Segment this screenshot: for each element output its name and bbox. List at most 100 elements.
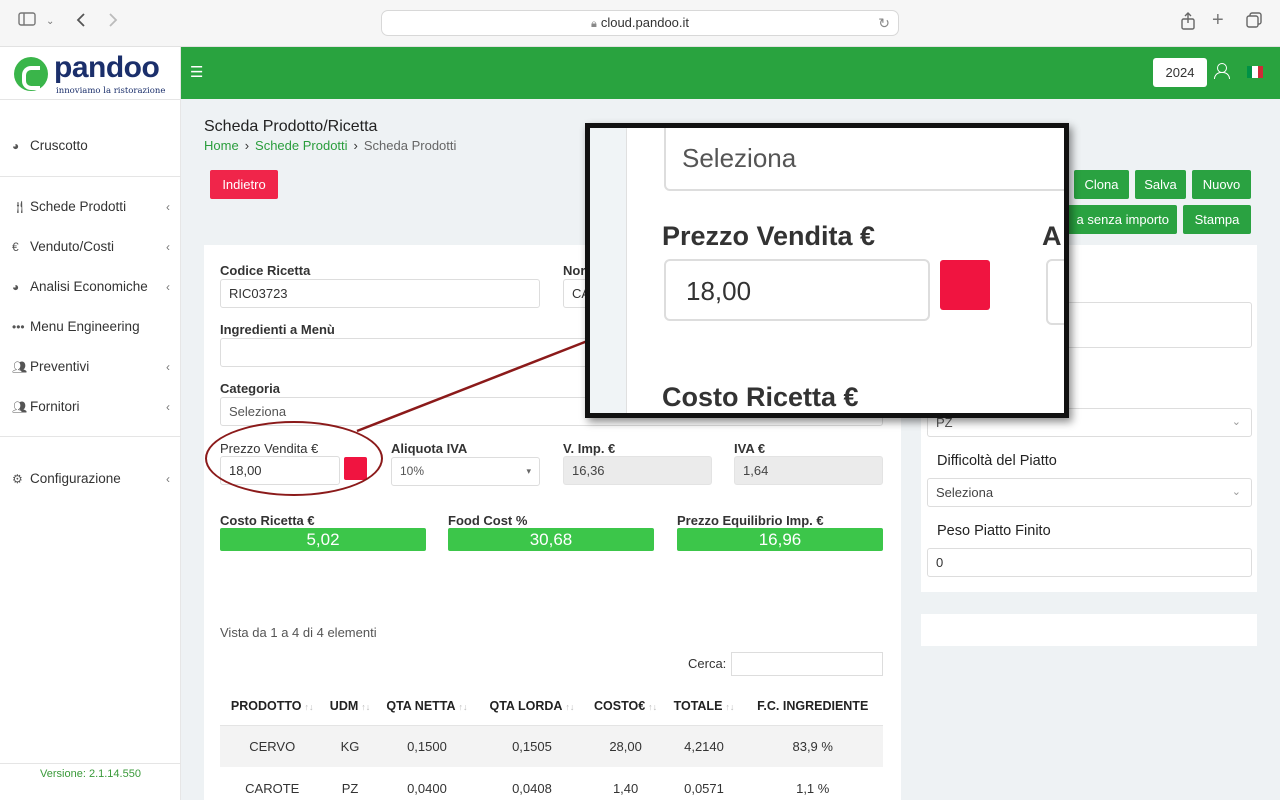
user-icon[interactable] [1213, 61, 1230, 81]
sort-icon: ↑↓ [304, 702, 314, 713]
forward-arrow-icon[interactable] [108, 12, 118, 34]
chevron-down-icon: ⌄ [1231, 416, 1241, 428]
iva-field: 1,64 [734, 456, 883, 485]
zoom-next-field [1046, 259, 1064, 325]
sidebar-item-fornitori[interactable]: 👥︎ Fornitori ‹ [12, 396, 174, 418]
users-icon: 👥︎ [12, 400, 28, 414]
hamburger-menu-icon[interactable]: ☰ [190, 63, 203, 81]
codice-ricetta-field[interactable]: RIC03723 [220, 279, 540, 308]
sort-icon: ↑↓ [725, 702, 735, 713]
zoom-color-swatch [940, 260, 990, 310]
zoom-callout: Seleziona Prezzo Vendita € 18,00 A Costo… [585, 123, 1069, 418]
back-button[interactable]: Indietro [210, 170, 278, 199]
reload-icon[interactable]: ↻ [878, 11, 890, 35]
utensils-icon: 🍴︎ [12, 200, 28, 214]
cell-totale: 0,0571 [684, 780, 724, 796]
sidebar-item-cruscotto[interactable]: ◕ Cruscotto [12, 135, 174, 157]
sidebar-item-label: Preventivi [30, 359, 90, 374]
difficolta-value: Seleziona [936, 485, 994, 500]
euro-icon: € [12, 240, 19, 254]
col-fc-ingrediente[interactable]: F.C. INGREDIENTE [742, 688, 883, 726]
tabs-overview-icon[interactable] [1246, 12, 1262, 34]
breadcrumb: Home › Schede Prodotti › Scheda Prodotti [204, 138, 456, 153]
italy-flag-icon[interactable] [1247, 66, 1263, 78]
costo-ricetta-value: 5,02 [220, 528, 426, 551]
aliquota-iva-select[interactable]: 10% ▾ [391, 457, 540, 486]
sidebar-item-preventivi[interactable]: 👥︎ Preventivi ‹ [12, 356, 174, 378]
sidebar-item-label: Fornitori [30, 399, 80, 414]
chevron-down-icon: ⌄ [1231, 486, 1241, 498]
search-input[interactable] [731, 652, 883, 676]
sidebar-item-venduto-costi[interactable]: € Venduto/Costi ‹ [12, 236, 174, 258]
ingredienti-menu-label: Ingredienti a Menù [220, 322, 335, 337]
new-tab-icon[interactable]: + [1212, 10, 1224, 30]
cell-qta-netta: 0,1500 [375, 725, 479, 767]
year-selector[interactable]: 2024 [1153, 58, 1207, 87]
sidebar-item-label: Analisi Economiche [30, 279, 148, 294]
col-udm[interactable]: UDM ↑↓ [324, 688, 376, 726]
share-icon[interactable] [1180, 12, 1196, 36]
chevron-left-icon: ‹ [166, 240, 170, 254]
difficolta-label: Difficoltà del Piatto [937, 453, 1057, 469]
divider [0, 176, 181, 177]
brand-name: pandoo [54, 51, 160, 84]
categoria-value: Seleziona [229, 404, 287, 419]
ingredienti-menu-field[interactable] [220, 338, 600, 367]
sort-icon: ↑↓ [565, 702, 575, 713]
zoom-sidebar-strip [590, 128, 627, 413]
food-cost-value: 30,68 [448, 528, 654, 551]
zoom-prezzo-label: Prezzo Vendita € [662, 221, 876, 251]
top-navbar: ☰ 2024 [181, 47, 1280, 99]
chevron-right-icon: › [244, 138, 250, 153]
cell-costo: 1,40 [612, 780, 639, 796]
sidebar-item-analisi-economiche[interactable]: ◕ Analisi Economiche ‹ [12, 276, 174, 298]
logo-mark-icon [14, 57, 48, 91]
food-cost-label: Food Cost % [448, 513, 528, 528]
cell-fc: 1,1 % [796, 780, 830, 796]
sidebar-item-schede-prodotti[interactable]: 🍴︎ Schede Prodotti ‹ [12, 196, 174, 218]
notes-textarea[interactable] [1060, 302, 1252, 348]
pie-chart-icon: ◕ [12, 139, 20, 153]
brand-logo[interactable]: pandoo innoviamo la ristorazione [14, 51, 174, 97]
clone-button[interactable]: Clona [1074, 170, 1129, 199]
sort-icon: ↑↓ [648, 702, 658, 713]
sidebar-toggle-icon[interactable] [18, 12, 36, 32]
col-prodotto[interactable]: PRODOTTO ↑↓ [220, 688, 325, 726]
back-arrow-icon[interactable] [76, 12, 86, 34]
col-costo[interactable]: COSTO€ ↑↓ [585, 688, 666, 726]
aliquota-iva-value: 10% [400, 464, 425, 478]
iva-label: IVA € [734, 441, 766, 456]
table-info: Vista da 1 a 4 di 4 elementi [220, 625, 377, 640]
browser-toolbar: ⌄ 🔒︎ cloud.pandoo.it ↻ + [0, 0, 1280, 47]
breadcrumb-current: Scheda Prodotti [363, 138, 457, 153]
peso-piatto-field[interactable]: 0 [927, 548, 1252, 577]
save-button[interactable]: Salva [1135, 170, 1186, 199]
breadcrumb-home[interactable]: Home [204, 138, 239, 153]
table-row[interactable]: CAROTE PZ 0,0400 0,0408 1,40 0,0571 1,1 … [220, 767, 883, 800]
chevron-left-icon: ‹ [166, 200, 170, 214]
print-without-amount-button[interactable]: a senza importo [1060, 205, 1177, 234]
table-header-row: PRODOTTO ↑↓ UDM ↑↓ QTA NETTA ↑↓ QTA LORDA ↑↓… [220, 688, 883, 726]
sidebar-item-label: Menu Engineering [30, 319, 140, 334]
table-row[interactable]: CERVO KG 0,1500 0,1505 28,00 4,2140 83,9… [220, 725, 883, 767]
breadcrumb-schede-prodotti[interactable]: Schede Prodotti [255, 138, 348, 153]
url-bar[interactable]: 🔒︎ cloud.pandoo.it ↻ [381, 10, 899, 36]
chevron-left-icon: ‹ [166, 472, 170, 486]
users-icon: 👥︎ [12, 360, 28, 374]
cell-udm: PZ [341, 780, 359, 796]
v-imp-label: V. Imp. € [563, 441, 616, 456]
sidebar-item-configurazione[interactable]: ⚙ Configurazione ‹ [12, 468, 174, 490]
cell-qta-netta: 0,0400 [407, 780, 447, 796]
col-qta-lorda[interactable]: QTA LORDA ↑↓ [478, 688, 586, 726]
sidebar-item-label: Configurazione [30, 471, 121, 486]
sidebar-item-menu-engineering[interactable]: ••• Menu Engineering [12, 316, 174, 338]
chevron-down-icon[interactable]: ⌄ [46, 12, 54, 32]
cell-fc: 83,9 % [742, 725, 883, 767]
print-button[interactable]: Stampa [1183, 205, 1251, 234]
col-qta-netta[interactable]: QTA NETTA ↑↓ [375, 688, 479, 726]
new-button[interactable]: Nuovo [1192, 170, 1251, 199]
col-totale[interactable]: TOTALE ↑↓ [665, 688, 743, 726]
difficolta-select[interactable]: Seleziona ⌄ [927, 478, 1252, 507]
highlight-ellipse [205, 421, 383, 496]
brand-tagline: innoviamo la ristorazione [56, 86, 166, 96]
